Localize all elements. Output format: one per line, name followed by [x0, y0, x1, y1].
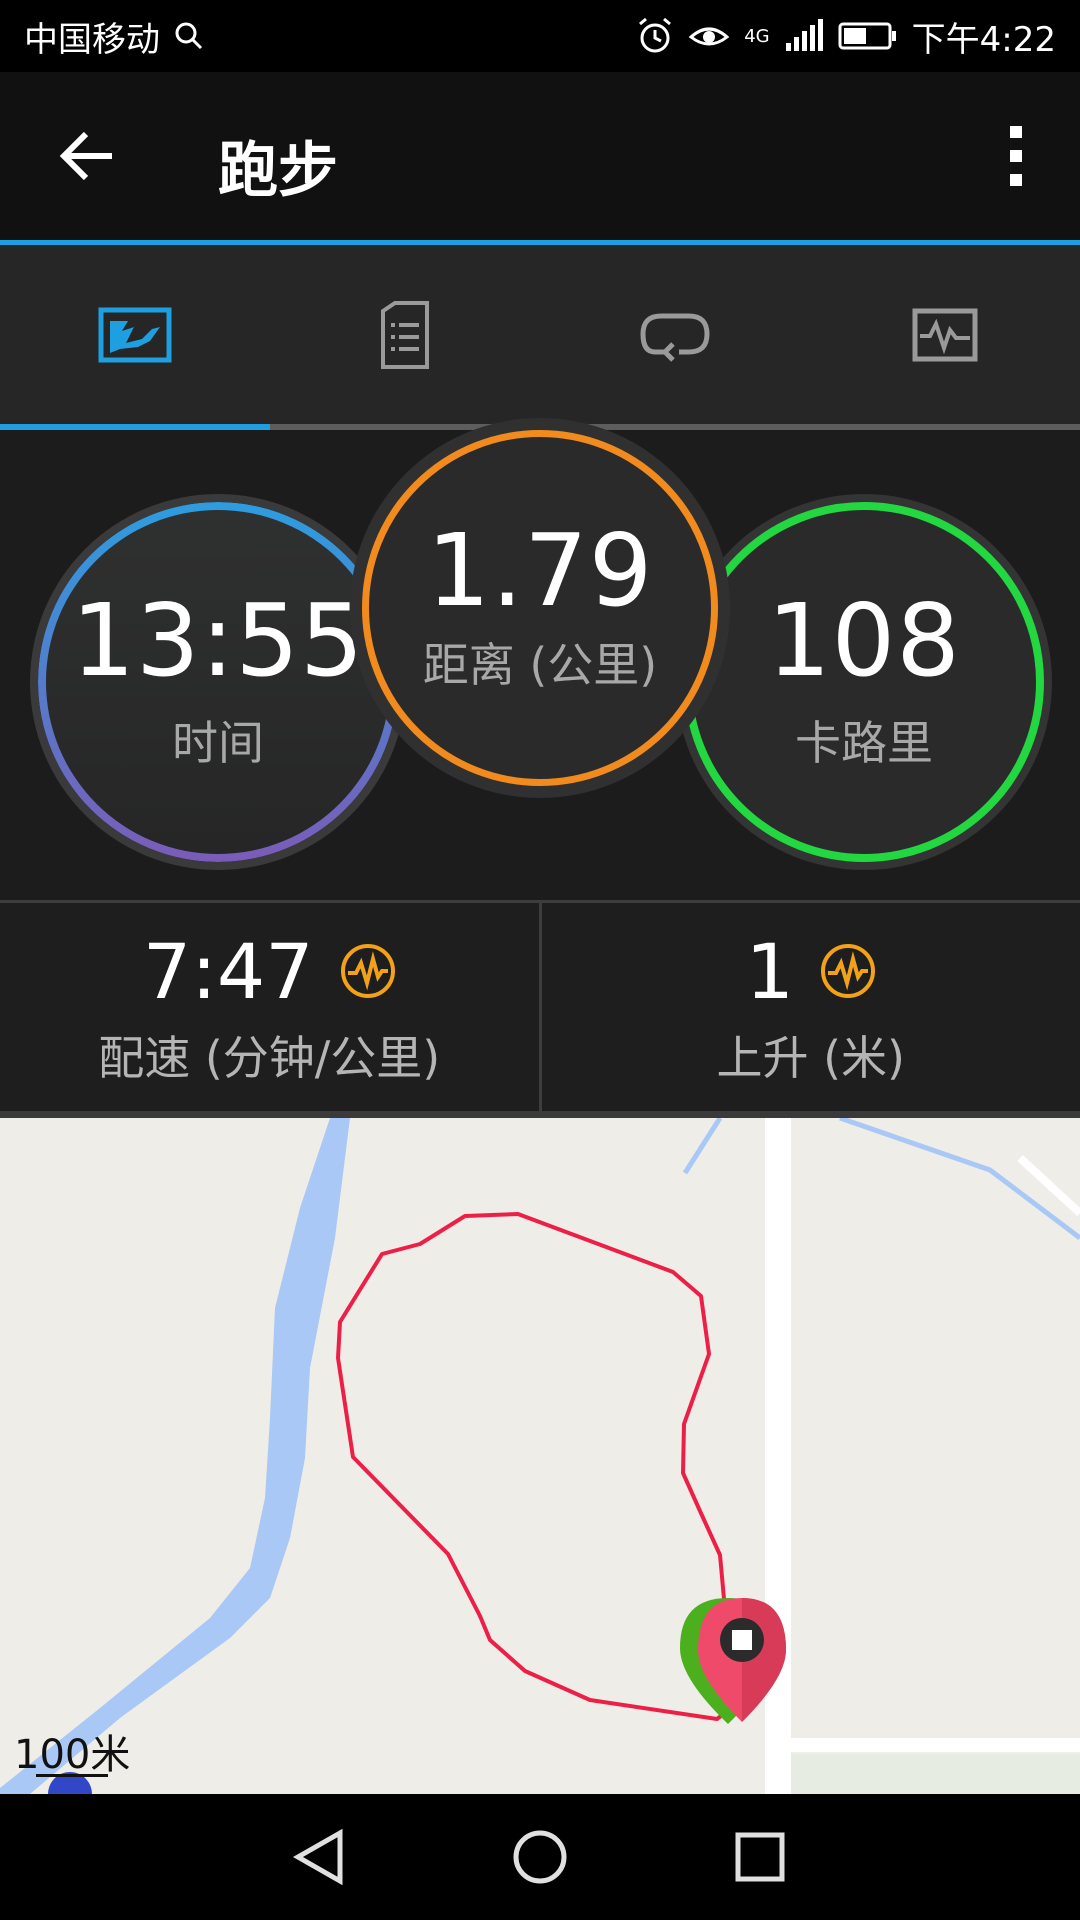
- ascent-cell[interactable]: 1 上升 (米): [538, 903, 1080, 1111]
- tab-charts[interactable]: [810, 245, 1080, 425]
- time-label: 时间: [172, 716, 264, 770]
- summary-circles: 13:55 时间 108 卡路里 1.79 距离 (公里): [0, 430, 1080, 900]
- page-title: 跑步: [218, 136, 338, 206]
- map-scale-label: 100米: [14, 1732, 131, 1778]
- tab-details[interactable]: [270, 245, 540, 425]
- route-map[interactable]: [0, 1118, 1080, 1794]
- system-nav-bar: [0, 1794, 1080, 1920]
- distance-circle: 1.79 距离 (公里): [362, 430, 718, 786]
- distance-value: 1.79: [426, 512, 654, 629]
- search-icon: [175, 22, 203, 50]
- tab-bar: [0, 245, 1080, 425]
- route-line: [336, 1212, 742, 1721]
- lap-loop-icon: [640, 313, 710, 362]
- document-list-icon: [381, 301, 429, 369]
- wave-icon: [820, 944, 875, 998]
- detail-stats-row: 7:47 配速 (分钟/公里) 1 上升 (米): [0, 900, 1080, 1121]
- wave-icon: [340, 944, 395, 998]
- ascent-label: 上升 (米): [716, 1030, 905, 1085]
- chart-wave-icon: [912, 308, 978, 362]
- nav-home-icon[interactable]: [510, 1827, 570, 1887]
- map-canvas: [0, 1118, 1080, 1794]
- map-stats-icon: [98, 307, 172, 363]
- nav-recents-icon[interactable]: [730, 1827, 790, 1887]
- time-value: 13:55: [71, 582, 365, 699]
- calories-value: 108: [767, 582, 961, 699]
- status-time: 下午4:22: [911, 19, 1056, 60]
- eye-icon: [688, 27, 730, 46]
- distance-label: 距离 (公里): [422, 638, 658, 692]
- tab-laps[interactable]: [540, 245, 810, 425]
- signal-icon: [785, 19, 823, 51]
- carrier-name: 中国移动: [24, 19, 160, 60]
- more-vertical-icon[interactable]: [1004, 124, 1028, 188]
- battery-icon: [838, 22, 896, 50]
- status-bar: 中国移动 4G 下午4:22: [0, 0, 1080, 72]
- pace-cell[interactable]: 7:47 配速 (分钟/公里): [0, 903, 539, 1111]
- status-left: 中国移动: [24, 12, 204, 61]
- network-type: 4G: [744, 25, 770, 47]
- app-bar: 跑步: [0, 72, 1080, 240]
- calories-label: 卡路里: [795, 716, 933, 770]
- tab-overview[interactable]: [0, 245, 270, 425]
- pace-label: 配速 (分钟/公里): [98, 1030, 441, 1085]
- map-scale-bar: [36, 1774, 108, 1777]
- status-right: 4G 下午4:22: [636, 12, 1056, 61]
- calories-circle: 108 卡路里: [684, 502, 1044, 862]
- nav-back-icon[interactable]: [290, 1827, 350, 1887]
- arrow-left-icon[interactable]: [56, 124, 120, 188]
- pace-value: 7:47: [142, 926, 314, 1016]
- time-circle: 13:55 时间: [38, 502, 398, 862]
- river: [0, 1118, 350, 1794]
- ascent-value: 1: [745, 926, 794, 1016]
- alarm-icon: [639, 17, 672, 53]
